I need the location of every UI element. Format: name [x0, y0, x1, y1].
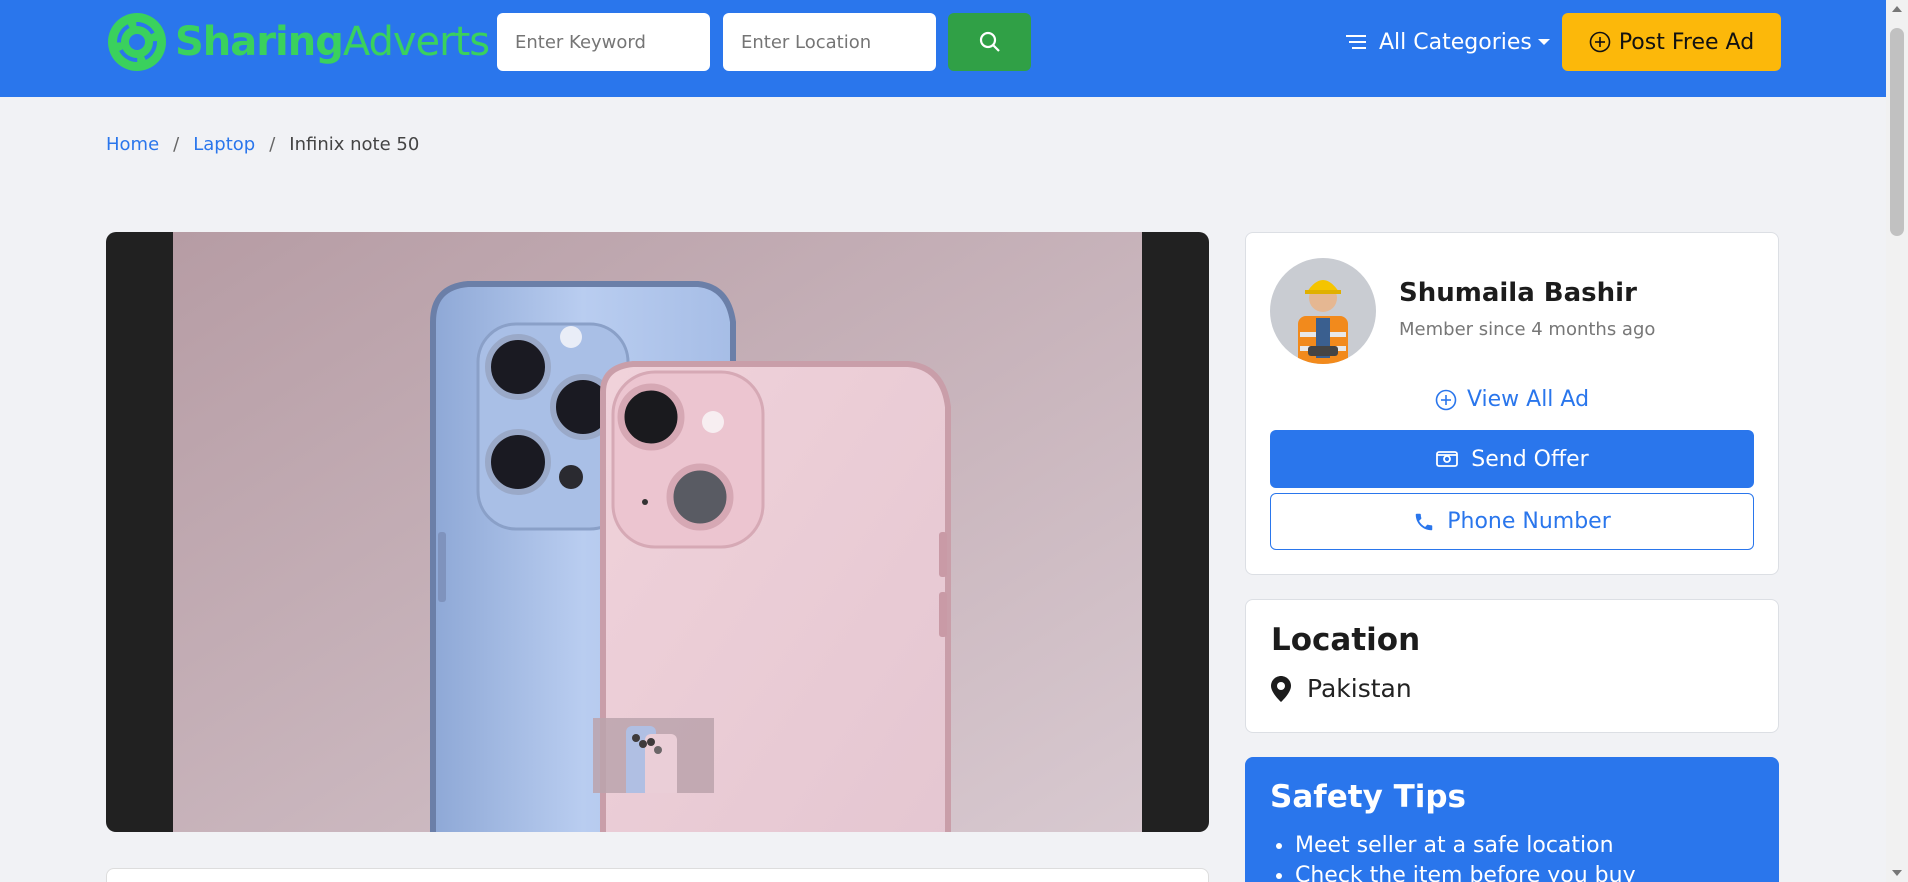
- all-categories-dropdown[interactable]: All Categories: [1345, 22, 1550, 62]
- seller-avatar[interactable]: [1270, 258, 1376, 364]
- location-card: Location Pakistan: [1245, 599, 1779, 733]
- product-thumbnail[interactable]: [593, 718, 714, 793]
- breadcrumb: Home / Laptop / Infinix note 50: [106, 134, 419, 155]
- keyword-input[interactable]: [497, 13, 710, 71]
- location-value: Pakistan: [1307, 674, 1412, 703]
- product-gallery: [106, 232, 1209, 832]
- breadcrumb-separator: /: [173, 134, 180, 155]
- scrollbar-thumb[interactable]: [1890, 28, 1904, 236]
- logo-icon: [108, 13, 166, 71]
- caret-down-icon: [1537, 39, 1550, 45]
- location-input[interactable]: [723, 13, 936, 71]
- safety-tips-list: Meet seller at a safe location Check the…: [1295, 831, 1636, 882]
- seller-card: Shumaila Bashir Member since 4 months ag…: [1245, 232, 1779, 575]
- location-title: Location: [1271, 622, 1421, 658]
- post-free-ad-button[interactable]: Post Free Ad: [1562, 13, 1781, 71]
- safety-tip-item: Meet seller at a safe location: [1295, 831, 1636, 861]
- safety-tips-title: Safety Tips: [1270, 779, 1466, 815]
- search-icon: [979, 31, 1000, 52]
- location-row: Pakistan: [1271, 674, 1412, 703]
- scroll-down-arrow-icon[interactable]: [1892, 870, 1902, 876]
- search-button[interactable]: [948, 13, 1031, 71]
- breadcrumb-home-link[interactable]: Home: [106, 134, 159, 155]
- phone-number-button[interactable]: Phone Number: [1270, 493, 1754, 550]
- member-since: Member since 4 months ago: [1399, 319, 1656, 340]
- menu-lines-icon: [1346, 35, 1366, 49]
- cash-icon: [1436, 451, 1459, 467]
- all-categories-label: All Categories: [1379, 29, 1532, 55]
- view-all-ads-link[interactable]: View All Ad: [1246, 387, 1778, 412]
- post-free-ad-label: Post Free Ad: [1618, 29, 1755, 55]
- top-navbar: SharingAdverts All Categories Post Free …: [0, 0, 1886, 97]
- phone-icon: [1415, 513, 1433, 530]
- view-all-ads-label: View All Ad: [1466, 387, 1590, 412]
- avatar-image: [1270, 258, 1376, 364]
- send-offer-button[interactable]: Send Offer: [1270, 430, 1754, 488]
- seller-name: Shumaila Bashir: [1399, 278, 1637, 308]
- breadcrumb-current: Infinix note 50: [289, 134, 420, 155]
- scroll-up-arrow-icon[interactable]: [1892, 6, 1902, 12]
- logo-text: SharingAdverts: [175, 19, 490, 65]
- safety-tip-item: Check the item before you buy: [1295, 861, 1636, 882]
- site-logo[interactable]: SharingAdverts: [107, 11, 490, 73]
- breadcrumb-separator: /: [269, 134, 276, 155]
- plus-circle-icon: [1435, 389, 1457, 410]
- phone-number-label: Phone Number: [1447, 509, 1611, 534]
- send-offer-label: Send Offer: [1471, 446, 1589, 472]
- safety-tips-card: Safety Tips Meet seller at a safe locati…: [1245, 757, 1779, 882]
- map-pin-icon: [1271, 675, 1291, 702]
- description-card: [106, 868, 1209, 882]
- page-scrollbar[interactable]: [1886, 0, 1908, 882]
- plus-circle-icon: [1589, 31, 1611, 53]
- breadcrumb-laptop-link[interactable]: Laptop: [193, 134, 255, 155]
